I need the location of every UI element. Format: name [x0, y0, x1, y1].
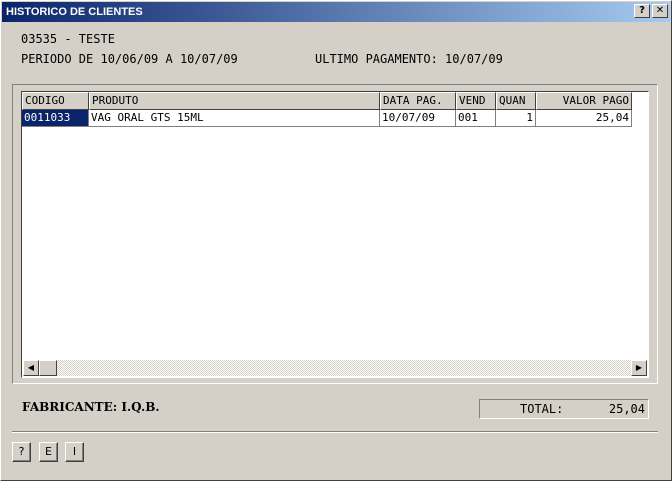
help-button[interactable]: ? — [12, 442, 31, 462]
bottom-divider — [12, 431, 658, 433]
history-grid[interactable]: CODIGO PRODUTO DATA PAG. VEND QUAN VALOR… — [21, 91, 649, 378]
cell-codigo[interactable]: 0011033 — [22, 110, 89, 127]
col-header-data-pag[interactable]: DATA PAG. — [380, 92, 456, 110]
help-title-button[interactable]: ? — [634, 4, 650, 18]
col-header-produto[interactable]: PRODUTO — [89, 92, 380, 110]
table-row[interactable]: 0011033 VAG ORAL GTS 15ML 10/07/09 001 1… — [22, 110, 632, 127]
title-bar: HISTORICO DE CLIENTES — [2, 2, 670, 22]
historico-window: HISTORICO DE CLIENTES ? ✕ 03535 - TESTE … — [0, 0, 672, 481]
scroll-thumb[interactable] — [39, 360, 57, 376]
window-title: HISTORICO DE CLIENTES — [6, 6, 143, 18]
cell-data-pag[interactable]: 10/07/09 — [380, 110, 456, 127]
arrow-left-icon: ◀ — [27, 363, 35, 372]
cell-produto[interactable]: VAG ORAL GTS 15ML — [89, 110, 380, 127]
col-header-vend[interactable]: VEND — [456, 92, 496, 110]
arrow-right-icon: ▶ — [635, 363, 643, 372]
total-box: TOTAL: 25,04 — [479, 399, 649, 419]
cell-valor-pago[interactable]: 25,04 — [536, 110, 632, 127]
i-button[interactable]: I — [65, 442, 84, 462]
period-label: PERIODO DE 10/06/09 A 10/07/09 — [21, 52, 238, 66]
horizontal-scrollbar[interactable]: ◀ ▶ — [23, 360, 647, 376]
scroll-right-button[interactable]: ▶ — [631, 360, 647, 376]
client-label: 03535 - TESTE — [21, 32, 115, 46]
e-button[interactable]: E — [39, 442, 58, 462]
col-header-valor-pago[interactable]: VALOR PAGO — [536, 92, 632, 110]
scroll-left-button[interactable]: ◀ — [23, 360, 39, 376]
total-label: TOTAL: — [520, 402, 564, 416]
cell-quan[interactable]: 1 — [496, 110, 536, 127]
fabricante-label: FABRICANTE: I.Q.B. — [22, 400, 160, 414]
col-header-codigo[interactable]: CODIGO — [22, 92, 89, 110]
col-header-quan[interactable]: QUAN — [496, 92, 536, 110]
total-value: 25,04 — [608, 402, 645, 416]
cell-vend[interactable]: 001 — [456, 110, 496, 127]
close-icon: ✕ — [655, 5, 665, 16]
last-payment-label: ULTIMO PAGAMENTO: 10/07/09 — [315, 52, 503, 66]
close-button[interactable]: ✕ — [652, 4, 668, 18]
